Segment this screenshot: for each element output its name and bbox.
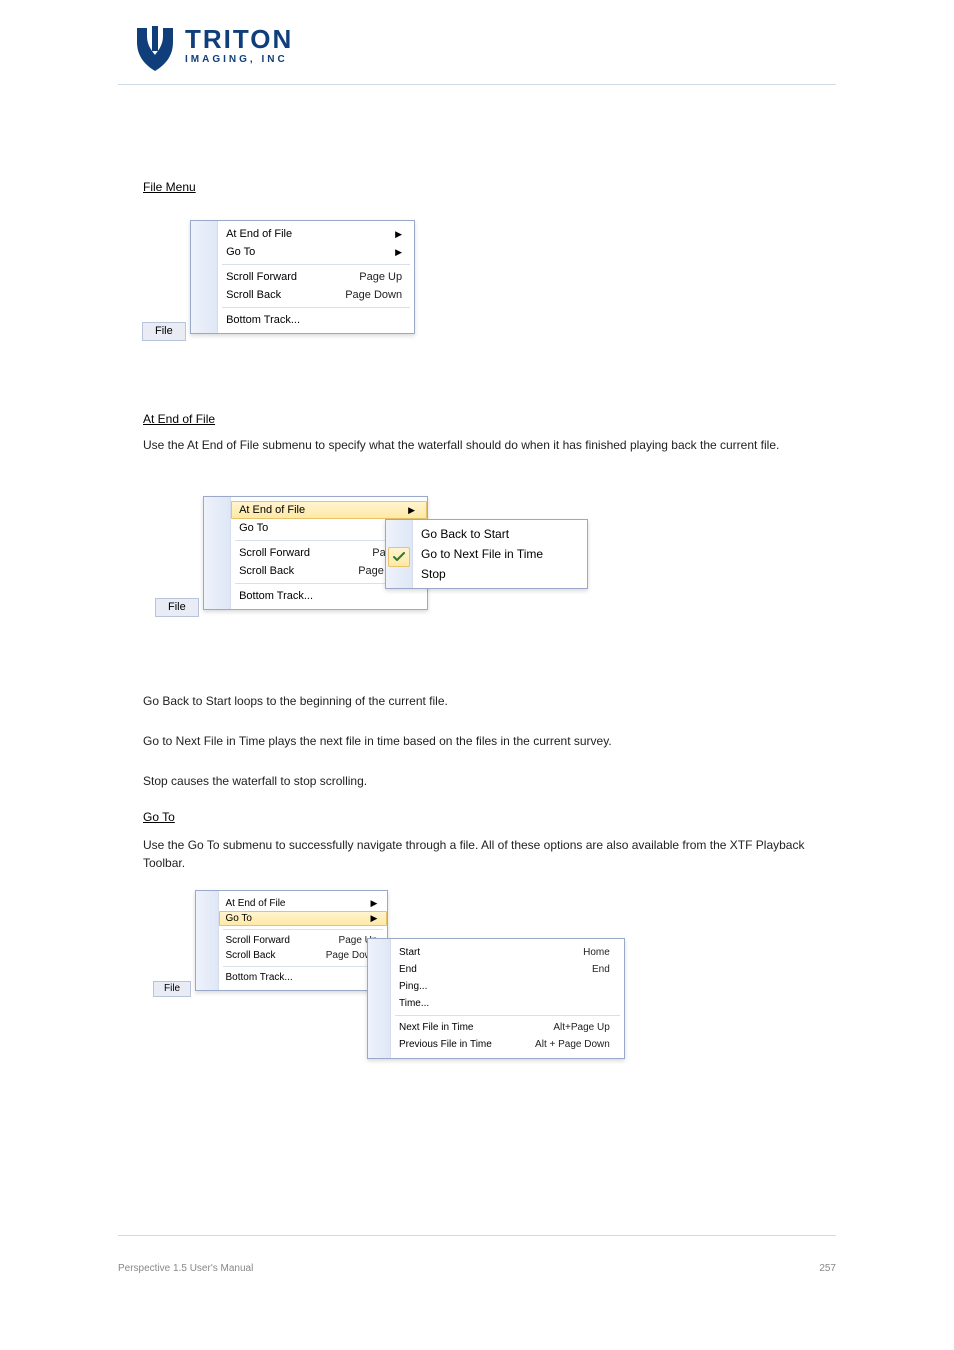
menu-item-bottom-track[interactable]: Bottom Track... <box>219 970 387 985</box>
menu-gutter <box>368 939 391 1058</box>
menu-item-bottom-track[interactable]: Bottom Track... <box>218 311 414 329</box>
file-menu-block-3: File At End of File ▶ Go To ▶ Scroll For… <box>154 890 388 996</box>
desc-go-back-to-start: Go Back to Start loops to the beginning … <box>143 694 448 708</box>
logo-title: TRITON <box>185 26 293 52</box>
heading-file-menu: File Menu <box>143 180 196 195</box>
file-menu-tab[interactable]: File <box>153 981 191 997</box>
menu-item-at-end-of-file[interactable]: At End of File ▶ <box>219 896 387 911</box>
submenu-item-start[interactable]: Start Home <box>391 944 624 961</box>
logo: TRITON IMAGING, INC <box>135 26 954 72</box>
menu-separator <box>222 264 410 265</box>
menu-gutter <box>196 891 219 990</box>
menu-gutter <box>386 520 413 588</box>
submenu-item-go-back-to-start[interactable]: Go Back to Start <box>413 524 587 544</box>
footer-doc-title: Perspective 1.5 User's Manual <box>118 1263 253 1274</box>
menu-separator <box>223 966 383 967</box>
file-menu-tab[interactable]: File <box>155 598 199 617</box>
submenu-item-time[interactable]: Time... <box>391 995 624 1012</box>
submenu-arrow-icon: ▶ <box>407 505 415 516</box>
menu-item-at-end-of-file[interactable]: At End of File ▶ <box>218 225 414 243</box>
menu-item-at-end-of-file[interactable]: At End of File ▶ <box>231 501 427 519</box>
submenu-item-go-to-next-file[interactable]: Go to Next File in Time <box>413 544 587 564</box>
desc-go-to: Use the Go To submenu to successfully na… <box>143 836 823 872</box>
menu-separator <box>222 307 410 308</box>
desc-at-end-of-file: Use the At End of File submenu to specif… <box>143 438 779 452</box>
submenu-item-next-file[interactable]: Next File in Time Alt+Page Up <box>391 1019 624 1036</box>
submenu-item-ping[interactable]: Ping... <box>391 978 624 995</box>
menu-gutter <box>191 221 218 333</box>
file-menu-block-1: File At End of File ▶ Go To ▶ Scroll For… <box>143 220 415 340</box>
submenu-arrow-icon: ▶ <box>369 898 377 909</box>
submenu-arrow-icon: ▶ <box>394 247 402 258</box>
menu-item-scroll-forward[interactable]: Scroll Forward Page Up <box>218 268 414 286</box>
submenu-arrow-icon: ▶ <box>369 913 377 924</box>
submenu-arrow-icon: ▶ <box>394 229 402 240</box>
menu-item-go-to[interactable]: Go To ▶ <box>219 911 387 926</box>
file-menu-tab[interactable]: File <box>142 322 186 341</box>
menu-item-scroll-forward[interactable]: Scroll Forward Page Up <box>219 933 387 948</box>
menu-gutter <box>204 497 231 609</box>
page-header: TRITON IMAGING, INC <box>0 0 954 72</box>
heading-go-to: Go To <box>143 810 175 825</box>
checkmark-icon <box>388 547 410 567</box>
menu-item-scroll-back[interactable]: Scroll Back Page Down <box>219 948 387 963</box>
submenu-item-end[interactable]: End End <box>391 961 624 978</box>
heading-at-end-of-file: At End of File <box>143 412 215 427</box>
menu-item-go-to[interactable]: Go To ▶ <box>218 243 414 261</box>
menu-separator <box>395 1015 620 1016</box>
submenu-item-stop[interactable]: Stop <box>413 564 587 584</box>
submenu-at-end-of-file: Go Back to Start Go to Next File in Time… <box>385 519 588 589</box>
footer-rule <box>118 1235 836 1236</box>
page-footer: Perspective 1.5 User's Manual 257 <box>118 1263 836 1274</box>
menu-item-bottom-track[interactable]: Bottom Track... <box>231 587 427 605</box>
desc-stop: Stop causes the waterfall to stop scroll… <box>143 774 367 788</box>
logo-text: TRITON IMAGING, INC <box>185 26 293 65</box>
desc-go-to-next-file: Go to Next File in Time plays the next f… <box>143 734 612 748</box>
submenu-item-prev-file[interactable]: Previous File in Time Alt + Page Down <box>391 1036 624 1053</box>
triton-shield-icon <box>135 26 175 72</box>
menu-item-scroll-back[interactable]: Scroll Back Page Down <box>218 286 414 304</box>
submenu-go-to: Start Home End End Ping... Time... Ne <box>367 938 625 1059</box>
menu-separator <box>223 929 383 930</box>
footer-page-number: 257 <box>819 1263 836 1274</box>
header-rule <box>118 84 836 85</box>
logo-subtitle: IMAGING, INC <box>185 54 293 65</box>
